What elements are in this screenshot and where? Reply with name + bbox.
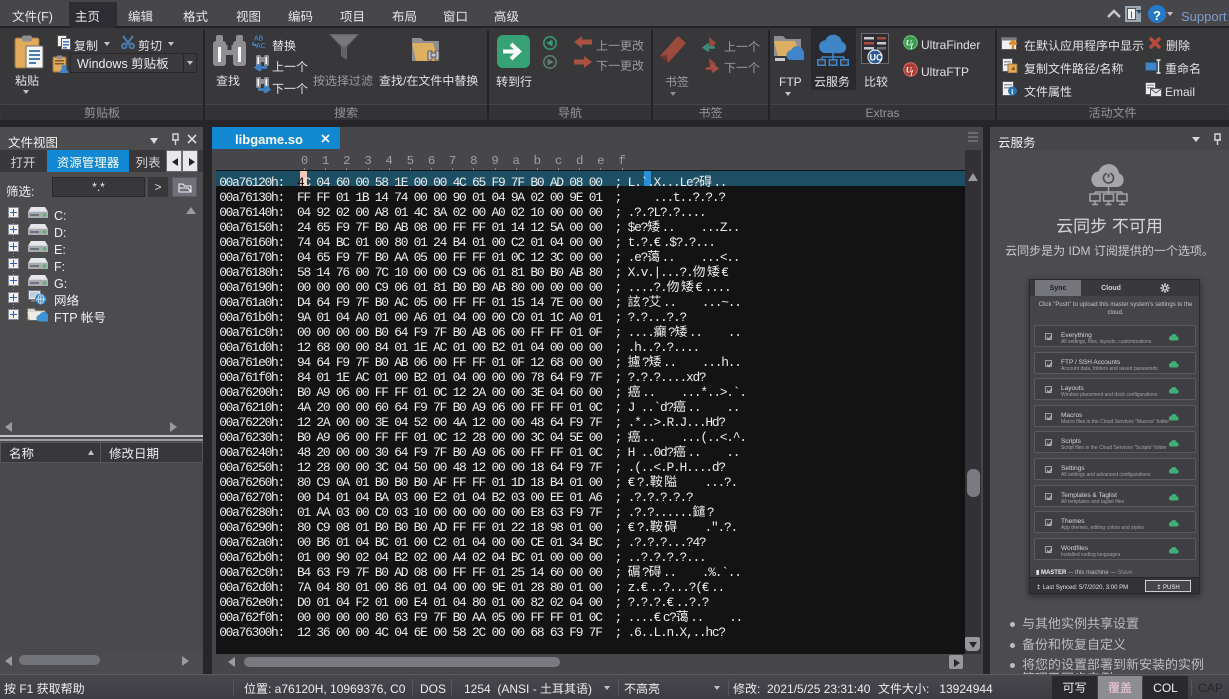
svg-text:UC: UC (870, 53, 883, 63)
svg-text:i: i (1011, 87, 1013, 96)
svg-text:AB: AB (254, 36, 264, 43)
svg-text:AC: AC (256, 43, 266, 49)
